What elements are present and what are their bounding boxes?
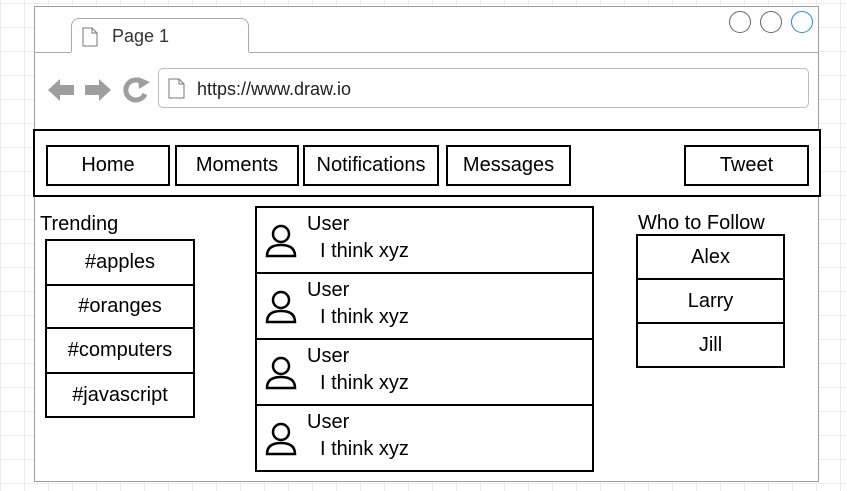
trending-item[interactable]: #javascript xyxy=(45,372,195,418)
follow-suggestion[interactable]: Larry xyxy=(636,278,785,324)
forward-arrow-icon[interactable] xyxy=(85,79,111,101)
browser-tab[interactable]: Page 1 xyxy=(71,18,249,52)
feed-message: I think xyz xyxy=(320,372,409,394)
back-arrow-icon[interactable] xyxy=(48,79,74,101)
feed-user-name: User xyxy=(307,345,350,367)
follow-suggestion[interactable]: Alex xyxy=(636,234,785,280)
url-text: https://www.draw.io xyxy=(197,79,352,99)
feed-user-name: User xyxy=(307,213,350,235)
nav-moments-button[interactable]: Moments xyxy=(175,145,299,186)
nav-messages-button[interactable]: Messages xyxy=(446,145,571,186)
feed-item[interactable]: User I think xyz xyxy=(255,404,594,472)
user-icon xyxy=(265,290,297,324)
tab-divider xyxy=(34,52,71,53)
tab-title: Page 1 xyxy=(112,26,170,46)
trending-item[interactable]: #apples xyxy=(45,239,195,286)
refresh-icon[interactable] xyxy=(123,77,150,103)
feed-user-name: User xyxy=(307,411,350,433)
nav-notifications-button[interactable]: Notifications xyxy=(303,145,439,186)
trending-item[interactable]: #oranges xyxy=(45,284,195,329)
feed-item[interactable]: User I think xyz xyxy=(255,206,594,274)
feed-message: I think xyz xyxy=(320,240,409,262)
trending-title: Trending xyxy=(40,213,119,235)
user-icon xyxy=(265,224,297,258)
feed-message: I think xyz xyxy=(320,438,409,460)
trending-item[interactable]: #computers xyxy=(45,327,195,374)
feed-user-name: User xyxy=(307,279,350,301)
feed-item[interactable]: User I think xyz xyxy=(255,272,594,340)
nav-home-button[interactable]: Home xyxy=(46,145,170,186)
follow-suggestion[interactable]: Jill xyxy=(636,322,785,368)
close-button[interactable] xyxy=(791,11,813,33)
page-icon xyxy=(82,27,98,47)
feed-item[interactable]: User I think xyz xyxy=(255,338,594,406)
page-icon xyxy=(168,78,185,99)
tab-divider xyxy=(249,52,819,53)
who-to-follow-title: Who to Follow xyxy=(638,212,765,234)
address-bar[interactable]: https://www.draw.io xyxy=(158,68,809,108)
browser-nav-controls xyxy=(48,77,150,103)
minimize-button[interactable] xyxy=(729,11,751,33)
user-icon xyxy=(265,356,297,390)
user-icon xyxy=(265,422,297,456)
maximize-button[interactable] xyxy=(760,11,782,33)
feed-message: I think xyz xyxy=(320,306,409,328)
tweet-button[interactable]: Tweet xyxy=(684,145,809,186)
